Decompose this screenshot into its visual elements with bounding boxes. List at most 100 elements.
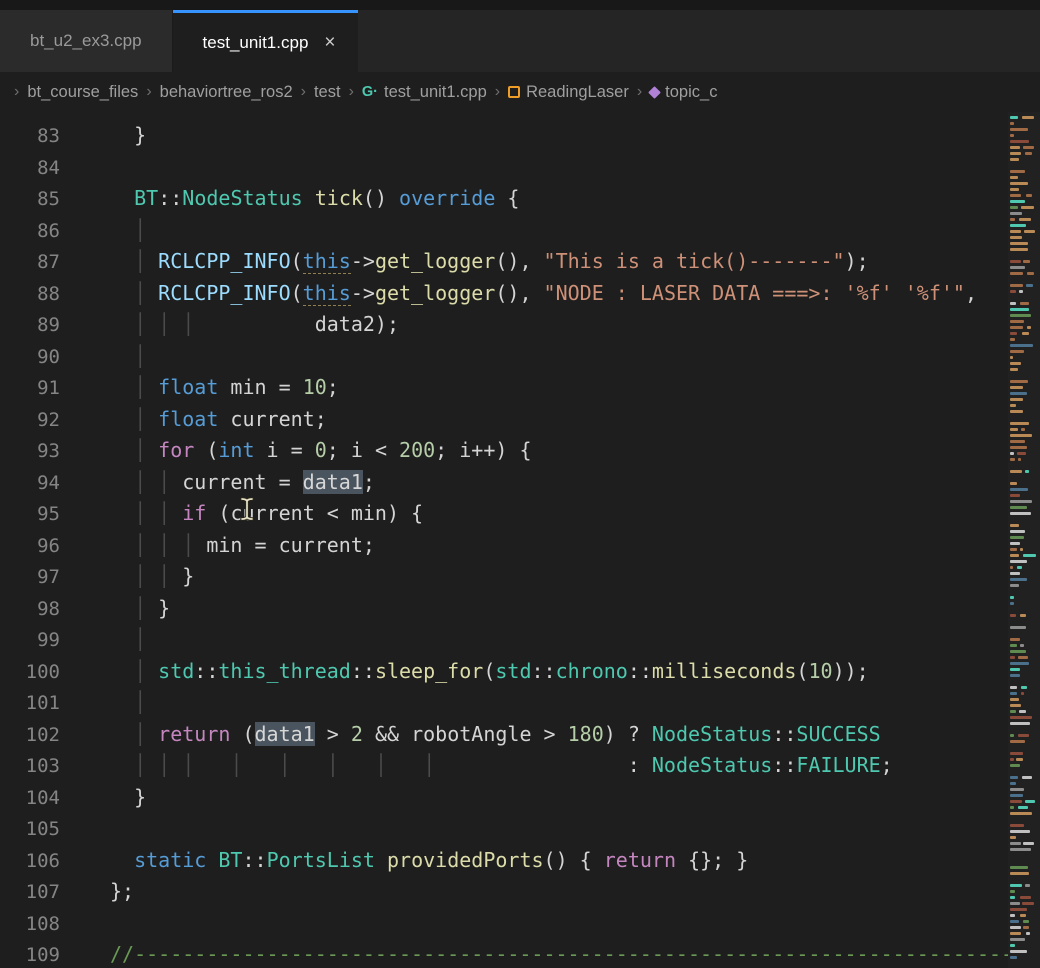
breadcrumb: › bt_course_files › behaviortree_ros2 › test ›… (0, 72, 1040, 112)
line-number: 104 (0, 783, 60, 815)
line-number: 89 (0, 310, 60, 342)
code-text: static BT::PortsList providedPorts() { r… (110, 848, 748, 872)
breadcrumb-chevron-icon: › (146, 83, 151, 101)
code-text: │ for (int i = 0; i < 200; i++) { (110, 438, 531, 462)
line-number: 100 (0, 657, 60, 689)
breadcrumb-chevron-icon: › (14, 83, 19, 101)
tab-bt-u2-ex3-cpp[interactable]: bt_u2_ex3.cpp (0, 10, 173, 72)
breadcrumb-label: behaviortree_ros2 (160, 83, 293, 102)
code-line[interactable]: 88 │ RCLCPP_INFO(this->get_logger(), "NO… (0, 278, 1040, 310)
breadcrumb-label: topic_c (665, 83, 717, 102)
code-editor[interactable]: 83 }8485 BT::NodeStatus tick() override … (0, 112, 1040, 968)
line-number: 96 (0, 531, 60, 563)
code-text: │ } (110, 596, 170, 620)
code-text: │ │ │ data2); (110, 312, 399, 336)
line-number: 93 (0, 436, 60, 468)
code-text: } (110, 785, 146, 809)
line-number: 91 (0, 373, 60, 405)
line-number: 97 (0, 562, 60, 594)
close-icon[interactable]: × (324, 33, 335, 52)
code-line[interactable]: 94 │ │ current = data1; (0, 467, 1040, 499)
code-line[interactable]: 92 │ float current; (0, 404, 1040, 436)
code-line[interactable]: 85 BT::NodeStatus tick() override { (0, 183, 1040, 215)
breadcrumb-label: ReadingLaser (526, 83, 629, 102)
code-text: //--------------------------------------… (110, 942, 1025, 966)
line-number: 88 (0, 279, 60, 311)
code-text: BT::NodeStatus tick() override { (110, 186, 519, 210)
class-icon (508, 86, 520, 98)
code-line[interactable]: 84 (0, 152, 1040, 184)
breadcrumb-chevron-icon: › (637, 83, 642, 101)
line-number: 106 (0, 846, 60, 878)
line-number: 85 (0, 184, 60, 216)
code-text: │ (110, 344, 146, 368)
cpp-file-icon: G· (362, 85, 378, 100)
code-text: │ return (data1 > 2 && robotAngle > 180)… (110, 722, 881, 746)
code-line[interactable]: 97 │ │ } (0, 561, 1040, 593)
code-text: │ float current; (110, 407, 327, 431)
breadcrumb-item-topic-c[interactable]: topic_c (650, 83, 717, 102)
text-cursor-pointer (238, 496, 256, 522)
line-number: 98 (0, 594, 60, 626)
code-line[interactable]: 108 (0, 908, 1040, 940)
code-line[interactable]: 102 │ return (data1 > 2 && robotAngle > … (0, 719, 1040, 751)
line-number: 101 (0, 688, 60, 720)
code-line[interactable]: 103 │ │ │ │ │ │ │ │ : NodeStatus::FAILUR… (0, 750, 1040, 782)
line-number: 83 (0, 121, 60, 153)
code-line[interactable]: 95 │ │ if (current < min) { (0, 498, 1040, 530)
breadcrumb-item-readinglaser[interactable]: ReadingLaser (508, 83, 629, 102)
code-text: │ (110, 627, 146, 651)
line-number: 107 (0, 877, 60, 909)
tab-label: test_unit1.cpp (203, 33, 309, 53)
code-line[interactable]: 109//-----------------------------------… (0, 939, 1040, 968)
line-number: 86 (0, 216, 60, 248)
vscode-window: bt_u2_ex3.cpp test_unit1.cpp × › bt_cours… (0, 0, 1040, 968)
tab-test-unit1-cpp[interactable]: test_unit1.cpp × (173, 10, 358, 72)
code-text: │ │ current = data1; (110, 470, 375, 494)
code-line[interactable]: 90 │ (0, 341, 1040, 373)
line-number: 99 (0, 625, 60, 657)
breadcrumb-chevron-icon: › (495, 83, 500, 101)
line-number: 92 (0, 405, 60, 437)
line-number: 105 (0, 814, 60, 846)
line-number: 108 (0, 909, 60, 941)
code-line[interactable]: 87 │ RCLCPP_INFO(this->get_logger(), "Th… (0, 246, 1040, 278)
breadcrumb-item-test[interactable]: test (314, 83, 341, 102)
code-line[interactable]: 106 static BT::PortsList providedPorts()… (0, 845, 1040, 877)
code-text: }; (110, 879, 134, 903)
line-number: 103 (0, 751, 60, 783)
code-line[interactable]: 107}; (0, 876, 1040, 908)
line-number: 102 (0, 720, 60, 752)
code-line[interactable]: 96 │ │ │ min = current; (0, 530, 1040, 562)
code-text: } (110, 123, 146, 147)
code-line[interactable]: 93 │ for (int i = 0; i < 200; i++) { (0, 435, 1040, 467)
line-number: 94 (0, 468, 60, 500)
code-line[interactable]: 100 │ std::this_thread::sleep_for(std::c… (0, 656, 1040, 688)
breadcrumb-item-bt-course-files[interactable]: bt_course_files (27, 83, 138, 102)
code-area[interactable]: 83 }8485 BT::NodeStatus tick() override … (0, 112, 1040, 968)
tab-label: bt_u2_ex3.cpp (30, 31, 142, 51)
code-line[interactable]: 104 } (0, 782, 1040, 814)
code-text: │ │ │ min = current; (110, 533, 375, 557)
breadcrumb-chevron-icon: › (349, 83, 354, 101)
code-line[interactable]: 91 │ float min = 10; (0, 372, 1040, 404)
code-line[interactable]: 105 (0, 813, 1040, 845)
code-line[interactable]: 89 │ │ │ data2); (0, 309, 1040, 341)
code-line[interactable]: 99 │ (0, 624, 1040, 656)
code-text: │ std::this_thread::sleep_for(std::chron… (110, 659, 869, 683)
breadcrumb-label: bt_course_files (27, 83, 138, 102)
code-line[interactable]: 98 │ } (0, 593, 1040, 625)
code-text: │ (110, 218, 146, 242)
code-line[interactable]: 101 │ (0, 687, 1040, 719)
breadcrumb-item-behaviortree-ros2[interactable]: behaviortree_ros2 (160, 83, 293, 102)
line-number: 95 (0, 499, 60, 531)
line-number: 90 (0, 342, 60, 374)
tab-bar: bt_u2_ex3.cpp test_unit1.cpp × (0, 10, 1040, 72)
code-line[interactable]: 83 } (0, 120, 1040, 152)
method-icon (648, 86, 661, 99)
code-text: │ RCLCPP_INFO(this->get_logger(), "This … (110, 249, 869, 273)
code-line[interactable]: 86 │ (0, 215, 1040, 247)
code-text: │ │ │ │ │ │ │ │ : NodeStatus::FAILURE; (110, 753, 893, 777)
breadcrumb-item-test-unit1-cpp[interactable]: G·test_unit1.cpp (362, 83, 487, 102)
minimap[interactable] (1008, 112, 1040, 968)
